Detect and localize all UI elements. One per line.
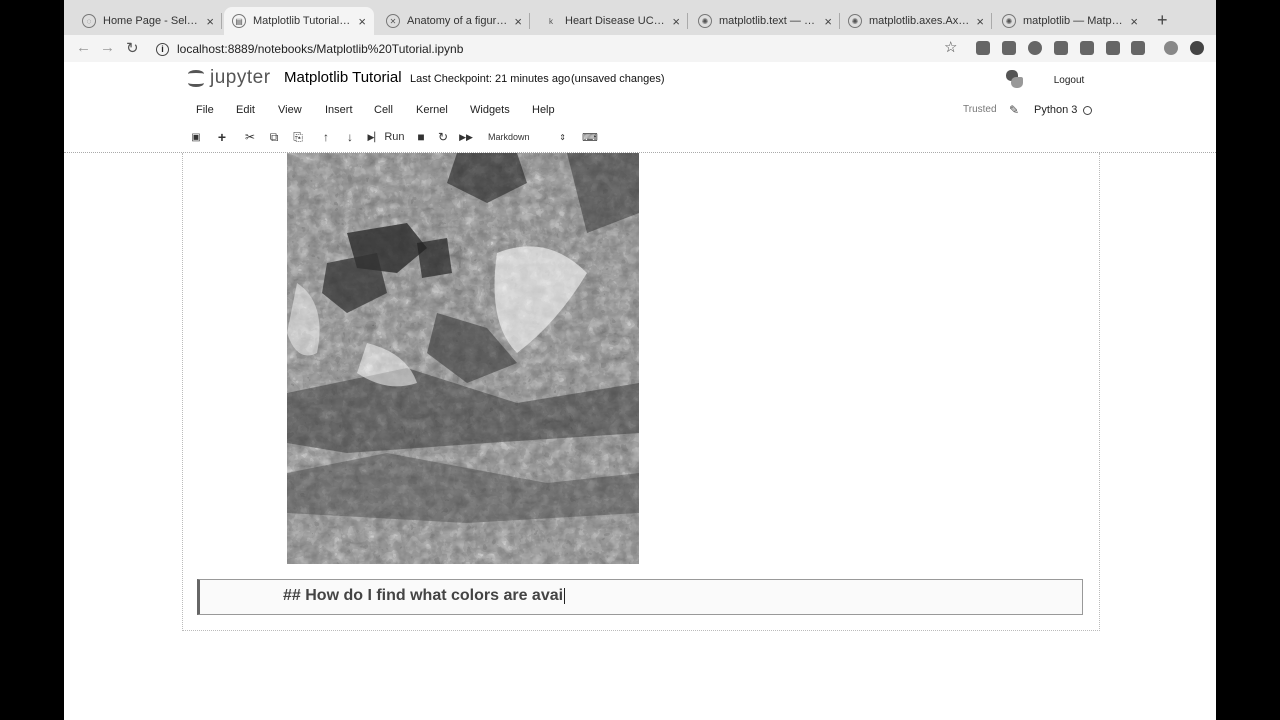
move-up-icon[interactable]: ↑: [318, 129, 334, 145]
notebook-toolbar: ▣ + ✂ ⧉ ⎘ ↑ ↓ ▶▏ Run ■ ↻ ▶▶ Markdown ⇕ ⌨: [64, 128, 1216, 148]
kernel-name: Python 3: [1034, 104, 1078, 116]
jupyter-header: jupyter Matplotlib Tutorial Last Checkpo…: [64, 62, 1216, 152]
notebook-favicon-icon: ▤: [232, 14, 246, 28]
new-tab-button[interactable]: +: [1157, 10, 1168, 31]
extension-icon[interactable]: [1190, 41, 1204, 55]
extension-icon[interactable]: [1131, 41, 1145, 55]
tab-label: Anatomy of a figure —: [407, 15, 509, 27]
tab-matplotlib-axes[interactable]: ✺ matplotlib.axes.Axes. ×: [840, 7, 992, 35]
checkpoint-status: Last Checkpoint: 21 minutes ago: [410, 73, 571, 85]
jupyter-logo[interactable]: jupyter: [186, 67, 271, 89]
run-button[interactable]: ▶▏ Run: [367, 129, 405, 145]
tab-heart-disease[interactable]: k Heart Disease UCI | K ×: [536, 7, 688, 35]
kernel-idle-icon: [1083, 106, 1092, 115]
tab-anatomy[interactable]: ✕ Anatomy of a figure — ×: [378, 7, 530, 35]
menu-cell[interactable]: Cell: [374, 104, 393, 116]
tab-label: matplotlib.text — Mat: [719, 15, 819, 27]
profile-avatar-icon[interactable]: [1164, 41, 1178, 55]
notebook-area[interactable]: ## How do I find what colors are avai: [64, 152, 1216, 720]
interrupt-icon[interactable]: ■: [414, 129, 428, 145]
url-text: localhost:8889/notebooks/Matplotlib%20Tu…: [177, 42, 464, 56]
run-icon: ▶▏: [367, 131, 382, 142]
cell-type-value: Markdown: [488, 132, 530, 142]
copy-icon[interactable]: ⧉: [266, 129, 282, 145]
browser-window: ◌ Home Page - Select o × ▤ Matplotlib Tu…: [64, 0, 1216, 720]
add-cell-icon[interactable]: +: [214, 129, 230, 145]
tab-label: matplotlib.axes.Axes.: [869, 15, 971, 27]
address-bar: ← → ↻ i localhost:8889/notebooks/Matplot…: [64, 35, 1216, 62]
kaggle-favicon-icon: k: [549, 16, 553, 26]
tab-matplotlib-text[interactable]: ✺ matplotlib.text — Mat ×: [690, 7, 840, 35]
close-icon[interactable]: ×: [824, 14, 832, 29]
extension-icon[interactable]: [1002, 41, 1016, 55]
select-arrows-icon: ⇕: [559, 132, 566, 142]
restart-icon[interactable]: ↻: [436, 129, 450, 145]
markdown-cell-editor[interactable]: ## How do I find what colors are avai: [197, 579, 1083, 615]
notebook-title[interactable]: Matplotlib Tutorial: [284, 69, 402, 86]
trusted-indicator[interactable]: Trusted: [963, 104, 997, 115]
menu-view[interactable]: View: [278, 104, 302, 116]
unsaved-status: (unsaved changes): [571, 73, 665, 85]
menu-help[interactable]: Help: [532, 104, 555, 116]
markdown-cell-text[interactable]: ## How do I find what colors are avai: [283, 587, 566, 605]
extension-icon[interactable]: [1106, 41, 1120, 55]
info-icon[interactable]: i: [156, 42, 169, 56]
menu-edit[interactable]: Edit: [236, 104, 255, 116]
matplotlib-favicon-icon: ✺: [848, 14, 862, 28]
tab-label: Home Page - Select o: [103, 15, 201, 27]
tab-strip: ◌ Home Page - Select o × ▤ Matplotlib Tu…: [64, 0, 1216, 35]
tab-matplotlib[interactable]: ✺ matplotlib — Matplotl ×: [994, 7, 1146, 35]
pencil-icon[interactable]: ✎: [1009, 103, 1019, 117]
close-icon[interactable]: ×: [672, 14, 680, 29]
forward-arrow-icon[interactable]: →: [100, 39, 115, 56]
save-icon[interactable]: ▣: [188, 129, 204, 145]
matplotlib-favicon-icon: ✺: [698, 14, 712, 28]
cut-icon[interactable]: ✂: [242, 129, 258, 145]
tab-label: Matplotlib Tutorial - J: [253, 15, 353, 27]
python-logo-icon: [1004, 69, 1024, 89]
extension-icon[interactable]: [976, 41, 990, 55]
menu-bar: File Edit View Insert Cell Kernel Widget…: [64, 102, 1216, 122]
tab-label: matplotlib — Matplotl: [1023, 15, 1125, 27]
markdown-cell-content: ## How do I find what colors are avai: [283, 587, 564, 604]
menu-insert[interactable]: Insert: [325, 104, 353, 116]
logout-button[interactable]: Logout: [1042, 69, 1096, 91]
tab-label: Heart Disease UCI | K: [565, 15, 667, 27]
menu-widgets[interactable]: Widgets: [470, 104, 510, 116]
move-down-icon[interactable]: ↓: [342, 129, 358, 145]
extension-icon[interactable]: [1028, 41, 1042, 55]
bookmark-star-icon[interactable]: ☆: [944, 38, 957, 56]
paste-icon[interactable]: ⎘: [290, 129, 306, 145]
keyboard-icon[interactable]: ⌨: [582, 129, 598, 145]
jupyter-logo-text: jupyter: [210, 67, 271, 88]
extension-icon[interactable]: [1080, 41, 1094, 55]
run-label: Run: [384, 131, 405, 143]
extension-icon[interactable]: [1054, 41, 1068, 55]
back-arrow-icon[interactable]: ←: [76, 39, 91, 56]
menu-file[interactable]: File: [196, 104, 214, 116]
url-field[interactable]: i localhost:8889/notebooks/Matplotlib%20…: [156, 38, 463, 60]
cell-type-select[interactable]: Markdown ⇕: [484, 129, 570, 145]
anatomy-favicon-icon: ✕: [386, 14, 400, 28]
close-icon[interactable]: ×: [1130, 14, 1138, 29]
jupyter-logo-icon: [186, 67, 206, 89]
close-icon[interactable]: ×: [206, 14, 214, 29]
matplotlib-favicon-icon: ✺: [1002, 14, 1016, 28]
output-image: [287, 153, 639, 564]
menu-kernel[interactable]: Kernel: [416, 104, 448, 116]
text-caret: [564, 588, 566, 604]
fast-forward-icon[interactable]: ▶▶: [458, 129, 474, 145]
close-icon[interactable]: ×: [358, 14, 366, 29]
reload-icon[interactable]: ↻: [126, 39, 139, 57]
close-icon[interactable]: ×: [514, 14, 522, 29]
tab-home[interactable]: ◌ Home Page - Select o ×: [74, 7, 222, 35]
jupyter-favicon-icon: ◌: [82, 14, 96, 28]
notebook-container: ## How do I find what colors are avai: [182, 153, 1100, 631]
close-icon[interactable]: ×: [976, 14, 984, 29]
tab-matplotlib-tutorial[interactable]: ▤ Matplotlib Tutorial - J ×: [224, 7, 374, 35]
